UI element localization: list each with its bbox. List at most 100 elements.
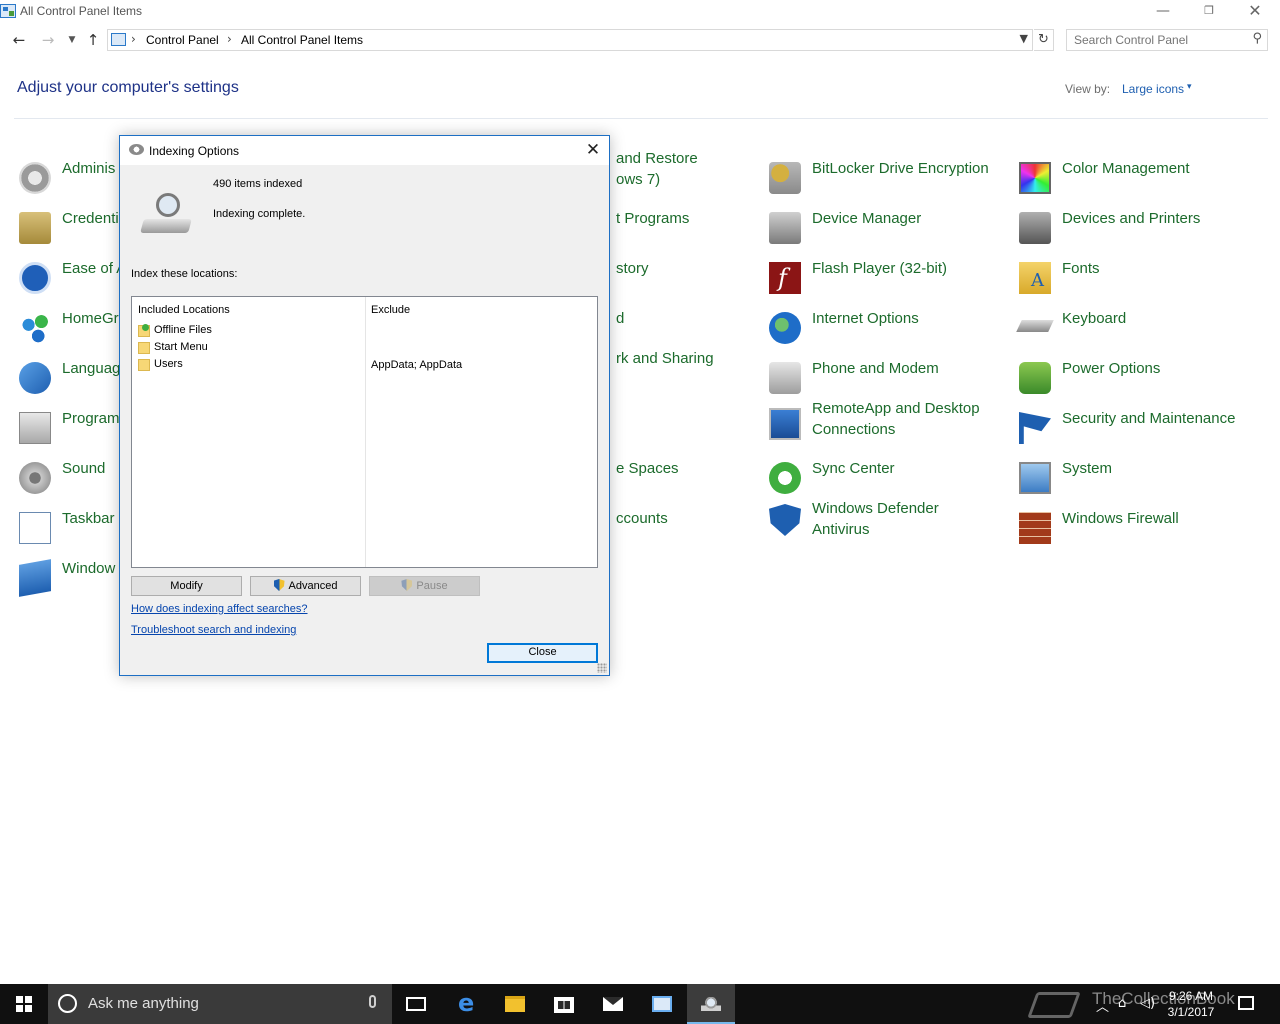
store-icon <box>554 997 574 1013</box>
cp-item-label: Window <box>62 560 116 577</box>
address-dropdown-button[interactable]: ▼ <box>1020 32 1028 45</box>
back-button[interactable]: ← <box>9 30 29 50</box>
pause-button[interactable]: Pause <box>369 576 480 596</box>
modify-button[interactable]: Modify <box>131 576 242 596</box>
phone-modem-icon <box>769 362 801 394</box>
forward-button[interactable]: → <box>38 30 58 50</box>
start-button[interactable] <box>0 984 48 1024</box>
taskbar-file-explorer[interactable] <box>491 984 539 1024</box>
close-button[interactable]: Close <box>487 643 598 663</box>
uac-shield-icon <box>273 579 285 591</box>
column-header-included[interactable]: Included Locations <box>138 304 230 316</box>
clock-time: 9:26 AM <box>1168 989 1214 1003</box>
cp-item-label: d <box>616 310 625 327</box>
close-window-button[interactable]: ✕ <box>1232 0 1278 24</box>
breadcrumb-separator[interactable]: › <box>131 32 136 46</box>
window-title: All Control Panel Items <box>20 4 143 18</box>
modify-button-label: Modify <box>170 580 203 592</box>
cp-item-label: BitLocker Drive Encryption <box>812 160 989 177</box>
control-panel-icon <box>0 4 16 18</box>
taskbar-edge[interactable]: e <box>443 984 491 1024</box>
locations-list[interactable]: Included Locations Exclude Offline Files… <box>131 296 598 568</box>
credential-manager-icon <box>19 212 51 244</box>
cp-item-label: RemoteApp and Desktop Connections <box>812 400 980 438</box>
network-icon[interactable]: ⌂ <box>1118 996 1126 1011</box>
recent-locations-button[interactable]: ▼ <box>62 30 82 50</box>
windows-logo-icon <box>16 996 32 1012</box>
cp-item-label: ccounts <box>616 510 668 527</box>
items-indexed-count: 490 items indexed <box>213 178 303 190</box>
indexing-options-dialog: Indexing Options ✕ 490 items indexed Ind… <box>119 135 610 676</box>
advanced-button[interactable]: Advanced <box>250 576 361 596</box>
indexing-magnifier-icon <box>140 193 192 235</box>
up-button[interactable]: ↑ <box>83 30 103 50</box>
search-box[interactable]: ⚲ <box>1066 29 1268 51</box>
restore-button[interactable]: ❐ <box>1186 0 1232 24</box>
dialog-close-icon[interactable]: ✕ <box>581 138 605 162</box>
clock[interactable]: 9:26 AM 3/1/2017 <box>1160 988 1222 1020</box>
resize-grip[interactable] <box>597 663 607 673</box>
breadcrumb-separator[interactable]: › <box>227 32 232 46</box>
view-by-label: View by: <box>1065 82 1111 96</box>
folder-icon <box>138 342 150 354</box>
show-hidden-icons-icon[interactable]: ︿ <box>1096 996 1109 1015</box>
minimize-button[interactable]: — <box>1140 0 1186 24</box>
cp-item-label: HomeGr <box>62 310 119 327</box>
programs-icon <box>19 412 51 444</box>
uac-shield-icon <box>401 579 413 591</box>
mail-icon <box>603 997 623 1011</box>
title-bar: All Control Panel Items — ❐ ✕ <box>0 0 1280 24</box>
color-management-icon <box>1019 162 1051 194</box>
cp-item-label: Devices and Printers <box>1062 210 1201 227</box>
cp-item-label: Adminis <box>62 160 116 177</box>
cp-item-label: Security and Maintenance <box>1062 410 1236 427</box>
control-panel-icon <box>652 996 672 1012</box>
breadcrumb-control-panel[interactable]: Control Panel <box>146 33 219 47</box>
search-input[interactable] <box>1067 30 1245 50</box>
power-options-icon <box>1019 362 1051 394</box>
bitlocker-icon <box>769 162 801 194</box>
column-header-exclude[interactable]: Exclude <box>371 304 410 316</box>
troubleshoot-link[interactable]: Troubleshoot search and indexing <box>131 624 296 636</box>
device-manager-icon <box>769 212 801 244</box>
refresh-button[interactable]: ↻ <box>1034 29 1054 51</box>
taskbar-indexing-options[interactable] <box>687 984 735 1024</box>
ease-of-access-icon <box>19 262 51 294</box>
sync-center-icon <box>769 462 801 494</box>
cortana-search-box[interactable]: Ask me anything <box>48 984 392 1024</box>
cp-item-label: Phone and Modem <box>812 360 939 377</box>
cortana-prompt: Ask me anything <box>88 995 199 1012</box>
navigation-bar: ← → ▼ ↑ › Control Panel › All Control Pa… <box>0 26 1280 54</box>
search-icon[interactable]: ⚲ <box>1252 31 1262 46</box>
close-button-label: Close <box>528 646 557 658</box>
cortana-icon <box>58 994 77 1013</box>
watermark-book-icon <box>1027 984 1090 1024</box>
location-name: Offline Files <box>154 324 212 336</box>
devices-printers-icon <box>1019 212 1051 244</box>
volume-icon[interactable]: ◁) <box>1140 996 1155 1011</box>
address-bar[interactable]: › Control Panel › All Control Panel Item… <box>107 29 1033 51</box>
page-title: Adjust your computer's settings <box>17 79 239 96</box>
task-view-button[interactable] <box>392 984 440 1024</box>
view-by-dropdown[interactable]: Large icons <box>1122 82 1184 96</box>
cp-item-label: story <box>616 260 649 277</box>
taskbar-mail[interactable] <box>589 984 637 1024</box>
microphone-icon[interactable] <box>369 995 376 1008</box>
index-locations-label: Index these locations: <box>131 268 238 280</box>
location-name: Start Menu <box>154 341 208 353</box>
taskbar-control-panel[interactable] <box>638 984 686 1024</box>
chevron-down-icon[interactable]: ▾ <box>1187 82 1192 92</box>
cp-item-label: Color Management <box>1062 160 1190 177</box>
action-center-icon[interactable] <box>1238 996 1254 1010</box>
taskbar-store[interactable] <box>540 984 588 1024</box>
homegroup-icon <box>19 312 51 344</box>
cp-item-label: Credenti <box>62 210 119 227</box>
breadcrumb-all-items[interactable]: All Control Panel Items <box>241 33 363 47</box>
cp-item-label: Windows Firewall <box>1062 510 1179 527</box>
windows-defender-icon <box>769 504 801 536</box>
indexing-help-link[interactable]: How does indexing affect searches? <box>131 603 308 615</box>
cp-item-label: t Programs <box>616 210 690 227</box>
task-view-icon <box>406 997 426 1011</box>
location-exclusions: AppData; AppData <box>371 359 463 371</box>
dialog-title: Indexing Options <box>149 144 240 158</box>
